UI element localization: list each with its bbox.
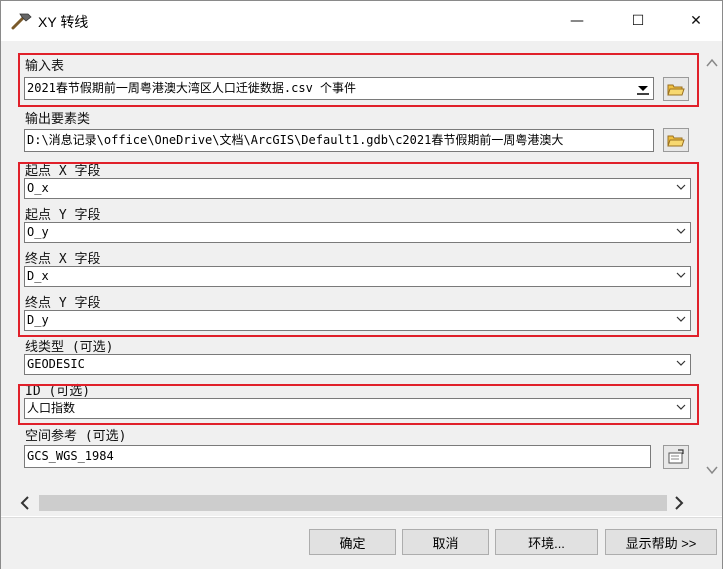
end-y-value: D_y bbox=[27, 313, 49, 327]
input-table-combo[interactable]: 2021春节假期前一周粤港澳大湾区人口迁徙数据.csv 个事件 bbox=[24, 77, 654, 100]
id-label: ID (可选) bbox=[25, 384, 91, 399]
hammer-icon bbox=[11, 13, 32, 30]
line-type-value: GEODESIC bbox=[27, 357, 85, 371]
output-features-value: D:\消息记录\office\OneDrive\文档\ArcGIS\Defaul… bbox=[27, 133, 564, 147]
output-features-browse-button[interactable] bbox=[663, 128, 689, 152]
end-x-label: 终点 X 字段 bbox=[25, 252, 101, 267]
line-type-combo[interactable]: GEODESIC bbox=[24, 354, 691, 375]
start-x-value: O_x bbox=[27, 181, 49, 195]
button-bar: 确定 取消 环境... 显示帮助 >> bbox=[1, 517, 722, 569]
scroll-right-icon[interactable] bbox=[671, 495, 687, 511]
end-x-combo[interactable]: D_x bbox=[24, 266, 691, 287]
browse-icon bbox=[668, 449, 684, 464]
chevron-down-icon[interactable] bbox=[636, 83, 650, 95]
line-type-label: 线类型 (可选) bbox=[25, 340, 114, 355]
horizontal-scrollbar[interactable] bbox=[13, 491, 693, 515]
xy-to-line-dialog: XY 转线 — ☐ ✕ 输入表 2021春节假期前一周粤港澳大湾区人口迁徙数据.… bbox=[0, 0, 723, 569]
maximize-button[interactable]: ☐ bbox=[615, 7, 661, 35]
environments-button[interactable]: 环境... bbox=[495, 529, 598, 555]
show-help-button[interactable]: 显示帮助 >> bbox=[605, 529, 717, 555]
close-button[interactable]: ✕ bbox=[673, 7, 719, 35]
minimize-icon: — bbox=[570, 13, 584, 29]
title-bar: XY 转线 — ☐ ✕ bbox=[1, 1, 722, 41]
scroll-up-icon[interactable] bbox=[705, 56, 719, 70]
folder-open-icon bbox=[667, 84, 685, 95]
cancel-button[interactable]: 取消 bbox=[402, 529, 489, 555]
input-table-browse-button[interactable] bbox=[663, 77, 689, 101]
output-features-label: 输出要素类 bbox=[25, 112, 91, 127]
start-y-value: O_y bbox=[27, 225, 49, 239]
window-title: XY 转线 bbox=[38, 14, 89, 30]
input-table-label: 输入表 bbox=[25, 59, 65, 74]
output-features-field[interactable]: D:\消息记录\office\OneDrive\文档\ArcGIS\Defaul… bbox=[24, 129, 654, 152]
id-value: 人口指数 bbox=[27, 401, 76, 415]
maximize-icon: ☐ bbox=[631, 13, 645, 29]
folder-open-icon bbox=[667, 135, 685, 146]
chevron-down-icon[interactable] bbox=[676, 358, 686, 368]
start-y-label: 起点 Y 字段 bbox=[25, 208, 101, 223]
input-table-value: 2021春节假期前一周粤港澳大湾区人口迁徙数据.csv 个事件 bbox=[27, 81, 357, 95]
chevron-down-icon[interactable] bbox=[676, 270, 686, 280]
spatial-ref-label: 空间参考 (可选) bbox=[25, 429, 127, 444]
id-combo[interactable]: 人口指数 bbox=[24, 398, 691, 419]
minimize-button[interactable]: — bbox=[554, 7, 600, 35]
chevron-down-icon[interactable] bbox=[676, 314, 686, 324]
spatial-ref-field[interactable]: GCS_WGS_1984 bbox=[24, 445, 651, 468]
horizontal-scroll-thumb[interactable] bbox=[39, 495, 667, 511]
chevron-down-icon[interactable] bbox=[676, 182, 686, 192]
scroll-left-icon[interactable] bbox=[17, 495, 33, 511]
vertical-scrollbar[interactable] bbox=[702, 41, 722, 491]
chevron-down-icon[interactable] bbox=[676, 226, 686, 236]
spatial-ref-browse-button[interactable] bbox=[663, 445, 689, 469]
start-x-combo[interactable]: O_x bbox=[24, 178, 691, 199]
end-y-label: 终点 Y 字段 bbox=[25, 296, 101, 311]
end-y-combo[interactable]: D_y bbox=[24, 310, 691, 331]
scroll-down-icon[interactable] bbox=[705, 463, 719, 477]
end-x-value: D_x bbox=[27, 269, 49, 283]
ok-button[interactable]: 确定 bbox=[309, 529, 396, 555]
start-y-combo[interactable]: O_y bbox=[24, 222, 691, 243]
start-x-label: 起点 X 字段 bbox=[25, 164, 101, 179]
close-icon: ✕ bbox=[690, 13, 702, 29]
chevron-down-icon[interactable] bbox=[676, 402, 686, 412]
spatial-ref-value: GCS_WGS_1984 bbox=[27, 449, 114, 463]
